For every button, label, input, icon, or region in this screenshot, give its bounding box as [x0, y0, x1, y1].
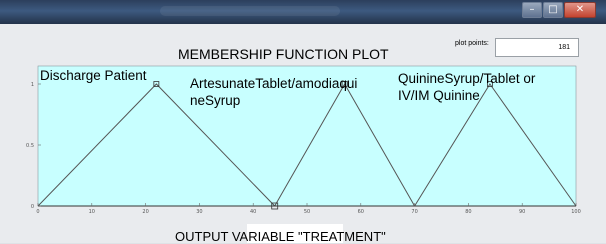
x-tick-label-5: 50	[304, 209, 310, 215]
mf-label-artesunate-line-1: ArtesunateTablet/amodiaqui	[190, 76, 358, 91]
mf-label-artesunate-line-2: neSyrup	[190, 93, 241, 108]
y-tick-label-0: 0	[31, 204, 34, 210]
x-tick-label-9: 90	[519, 209, 525, 215]
mf-label-quinine-line-1: QuinineSyrup/Tablet or	[398, 71, 536, 86]
x-tick-label-8: 80	[465, 209, 471, 215]
window-controls: – □ ✕	[521, 2, 596, 18]
x-tick-label-10: 100	[571, 209, 581, 215]
minimize-icon[interactable]: –	[522, 2, 542, 18]
x-tick-label-0: 0	[36, 209, 39, 215]
mf-label-quinine-line-2: IV/IM Quinine	[398, 88, 480, 103]
x-tick-label-2: 20	[142, 209, 148, 215]
mf-label-discharge: Discharge Patient	[40, 67, 147, 84]
restore-icon[interactable]: □	[543, 2, 563, 18]
y-tick-label-1: 0.5	[26, 143, 34, 149]
close-icon[interactable]: ✕	[564, 2, 596, 18]
x-tick-label-1: 10	[89, 209, 95, 215]
x-tick-label-7: 70	[411, 209, 417, 215]
mf-label-quinine: QuinineSyrup/Tablet or IV/IM Quinine	[398, 70, 535, 104]
window-titlebar: – □ ✕	[0, 0, 606, 24]
mf-label-discharge-line-1: Discharge Patient	[40, 68, 147, 83]
y-tick-label-2: 1	[31, 82, 34, 88]
x-tick-label-3: 30	[196, 209, 202, 215]
plot-points-input[interactable]: 181	[495, 38, 579, 57]
window-title-blurred	[160, 6, 340, 16]
plot-points-label: plot points:	[455, 40, 489, 47]
x-tick-label-6: 60	[358, 209, 364, 215]
x-axis-label: OUTPUT VARIABLE "TREATMENT"	[175, 229, 386, 244]
x-tick-label-4: 40	[250, 209, 256, 215]
mf-label-artesunate: ArtesunateTablet/amodiaqui neSyrup	[190, 75, 357, 109]
